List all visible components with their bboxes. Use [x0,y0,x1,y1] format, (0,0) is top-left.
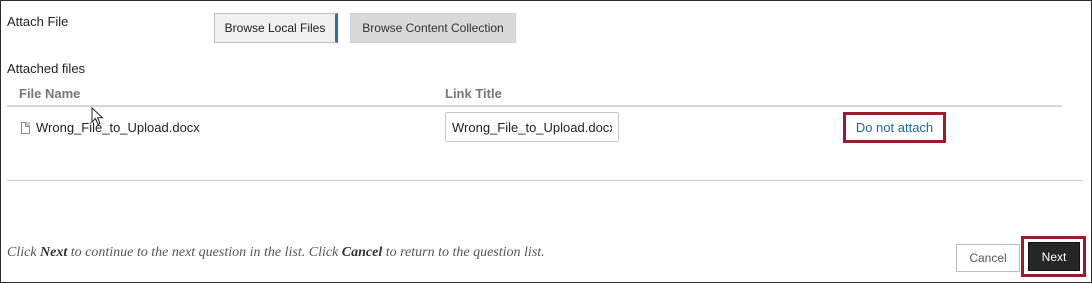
browse-local-files-button[interactable]: Browse Local Files [214,13,338,43]
instruction-cancel-term: Cancel [341,245,383,260]
instruction-text: to continue to the next question in the … [67,245,342,260]
instruction-text: to return to the question list. [382,245,545,260]
column-header-link-title: Link Title [445,86,502,101]
next-button[interactable]: Next [1028,242,1080,271]
mouse-cursor-icon [91,107,104,126]
instruction-next-term: Next [40,245,68,260]
browse-content-collection-button[interactable]: Browse Content Collection [350,13,516,43]
link-title-input[interactable] [445,112,619,142]
cancel-button[interactable]: Cancel [956,244,1020,272]
table-row: Wrong_File_to_Upload.docx Do not attach [7,107,1062,149]
file-name: Wrong_File_to_Upload.docx [36,120,200,135]
attached-files-heading: Attached files [7,61,86,76]
document-icon [21,122,30,134]
navigation-instructions: Click Next to continue to the next quest… [7,245,545,261]
column-header-file-name: File Name [19,86,81,101]
attach-file-label: Attach File [7,14,69,29]
instruction-text: Click [7,245,41,260]
section-divider [7,180,1083,181]
do-not-attach-link[interactable]: Do not attach [843,112,946,143]
attach-file-panel: Attach File Browse Local Files Browse Co… [0,0,1092,283]
